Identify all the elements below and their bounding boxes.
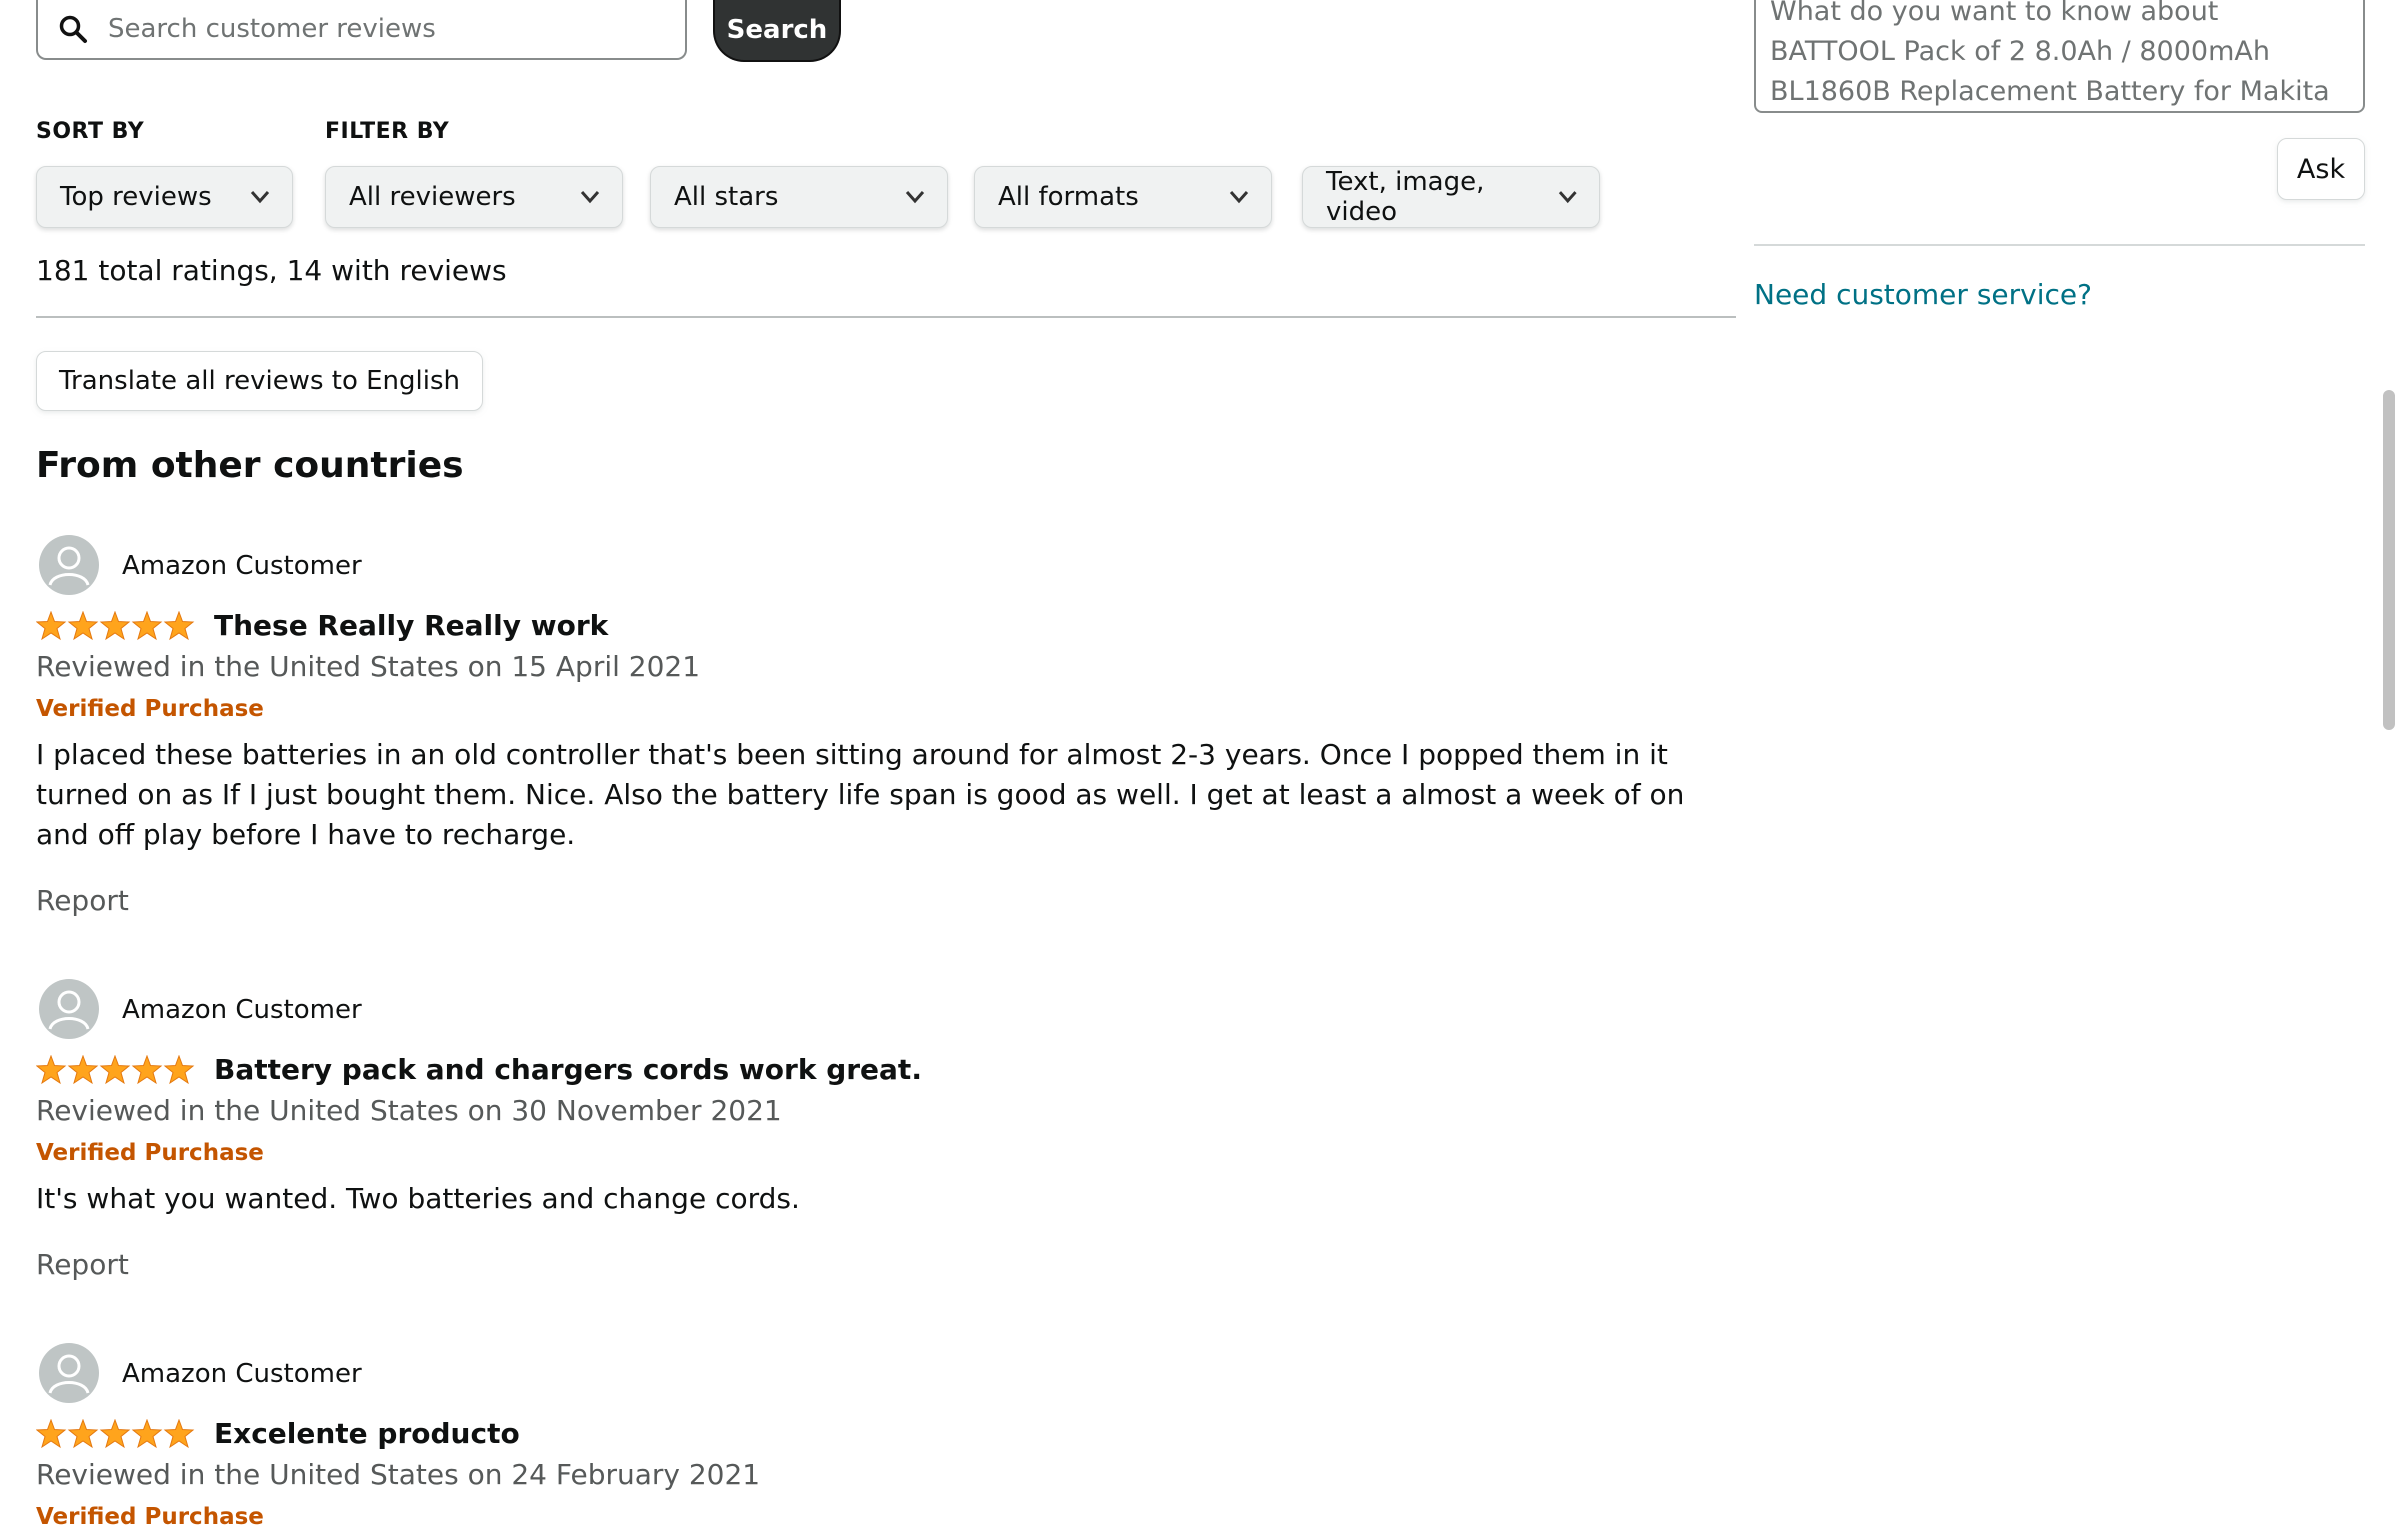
sort-by-label: SORT BY: [36, 119, 145, 144]
media-filter-dropdown[interactable]: Text, image, video: [1302, 166, 1600, 228]
scrollbar-thumb[interactable]: [2383, 390, 2395, 730]
reviewer-filter-value: All reviewers: [349, 182, 516, 212]
reviewer-name[interactable]: Amazon Customer: [122, 995, 362, 1025]
review-search-input[interactable]: Search customer reviews: [36, 0, 687, 60]
verified-purchase-badge: Verified Purchase: [36, 696, 264, 722]
chevron-down-icon: [905, 191, 925, 204]
review-body: I placed these batteries in an old contr…: [36, 738, 1685, 851]
star-rating[interactable]: [36, 1055, 196, 1085]
divider: [36, 316, 1736, 318]
media-filter-value: Text, image, video: [1326, 167, 1485, 227]
star-icon: [36, 611, 195, 641]
format-filter-value: All formats: [998, 182, 1139, 212]
review-title[interactable]: These Really Really work: [214, 609, 608, 642]
search-placeholder: Search customer reviews: [108, 14, 436, 44]
review-body: It's what you wanted. Two batteries and …: [36, 1182, 800, 1215]
format-filter-dropdown[interactable]: All formats: [974, 166, 1272, 228]
review-date: Reviewed in the United States on 30 Nove…: [36, 1094, 782, 1127]
user-avatar-icon: [39, 1343, 99, 1403]
translate-reviews-button[interactable]: Translate all reviews to English: [36, 351, 484, 411]
star-rating[interactable]: [36, 1419, 196, 1449]
review-date: Reviewed in the United States on 24 Febr…: [36, 1458, 761, 1491]
review-date: Reviewed in the United States on 15 Apri…: [36, 650, 701, 683]
customer-service-link[interactable]: Need customer service?: [1754, 278, 2092, 311]
question-textarea[interactable]: What do you want to know about BATTOOL P…: [1754, 0, 2365, 113]
star-icon: [36, 1419, 195, 1449]
star-icon: [36, 1055, 195, 1085]
review-title[interactable]: Excelente producto: [214, 1417, 520, 1450]
sort-dropdown[interactable]: Top reviews: [36, 166, 293, 228]
chevron-down-icon: [250, 191, 270, 204]
star-filter-value: All stars: [674, 182, 779, 212]
search-icon: [59, 15, 87, 43]
total-ratings-text: 181 total ratings, 14 with reviews: [36, 254, 507, 287]
filter-by-label: FILTER BY: [325, 119, 450, 144]
ask-button[interactable]: Ask: [2277, 138, 2365, 200]
user-avatar-icon: [39, 535, 99, 595]
star-filter-dropdown[interactable]: All stars: [650, 166, 948, 228]
chevron-down-icon: [580, 191, 600, 204]
sidebar-divider: [1754, 244, 2365, 246]
section-heading: From other countries: [36, 445, 464, 486]
reviewer-name[interactable]: Amazon Customer: [122, 1359, 362, 1389]
review-title[interactable]: Battery pack and chargers cords work gre…: [214, 1053, 922, 1086]
reviewer-name[interactable]: Amazon Customer: [122, 551, 362, 581]
report-link[interactable]: Report: [36, 884, 129, 917]
report-link[interactable]: Report: [36, 1248, 129, 1281]
user-avatar-icon: [39, 979, 99, 1039]
chevron-down-icon: [1558, 191, 1577, 204]
reviewer-filter-dropdown[interactable]: All reviewers: [325, 166, 623, 228]
verified-purchase-badge: Verified Purchase: [36, 1504, 264, 1530]
star-rating[interactable]: [36, 611, 196, 641]
chevron-down-icon: [1229, 191, 1249, 204]
sort-dropdown-value: Top reviews: [60, 182, 212, 212]
verified-purchase-badge: Verified Purchase: [36, 1140, 264, 1166]
search-button[interactable]: Search: [713, 0, 841, 62]
